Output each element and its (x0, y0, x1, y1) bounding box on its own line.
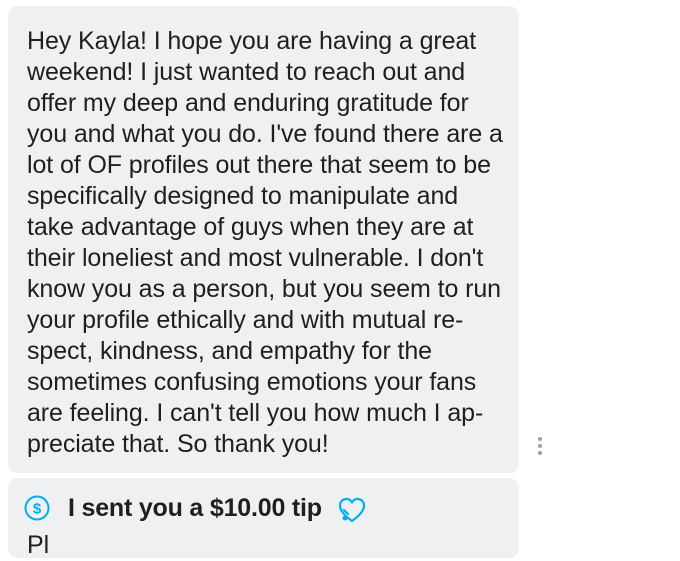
svg-text:$: $ (33, 501, 42, 518)
message-line: specifically designed to manipulate and (27, 182, 459, 210)
message-bubble: Hey Kayla! I hope you are having a great… (8, 6, 519, 473)
message-line: sometimes confusing emotions your fans (27, 368, 477, 396)
tip-row: $ I sent you a $10.00 tip (24, 492, 367, 524)
message-line: lot of OF profiles out there that seem t… (27, 151, 491, 179)
dollar-circle-icon: $ (24, 495, 50, 521)
message-line: know you as a person, but you seem to ru… (27, 275, 501, 303)
message-line: take advantage of guys when they are at (27, 213, 474, 241)
message-line: your profile ethically and with mutual r… (27, 306, 464, 334)
heart-outline-icon (337, 496, 367, 524)
message-line: you and what you do. I've found there ar… (27, 120, 503, 148)
more-options-button[interactable] (537, 437, 543, 457)
message-line: their loneliest and most vulnerable. I d… (27, 244, 484, 272)
tip-text: I sent you a $10.00 tip (68, 493, 322, 522)
tip-message-bubble: $ I sent you a $10.00 tip Pl (8, 478, 519, 559)
next-message-partial-text: Pl (27, 531, 50, 559)
message-line: weekend! I just wanted to reach out and (27, 58, 466, 86)
message-line: spect, kindness, and empathy for the (27, 337, 432, 365)
message-line: offer my deep and enduring gratitude for (27, 89, 469, 117)
more-vertical-icon (537, 437, 543, 455)
message-line: preciate that. So thank you! (27, 430, 329, 458)
message-line: are feeling. I can't tell you how much I… (27, 399, 484, 427)
message-line: Hey Kayla! I hope you are having a great (27, 27, 477, 55)
